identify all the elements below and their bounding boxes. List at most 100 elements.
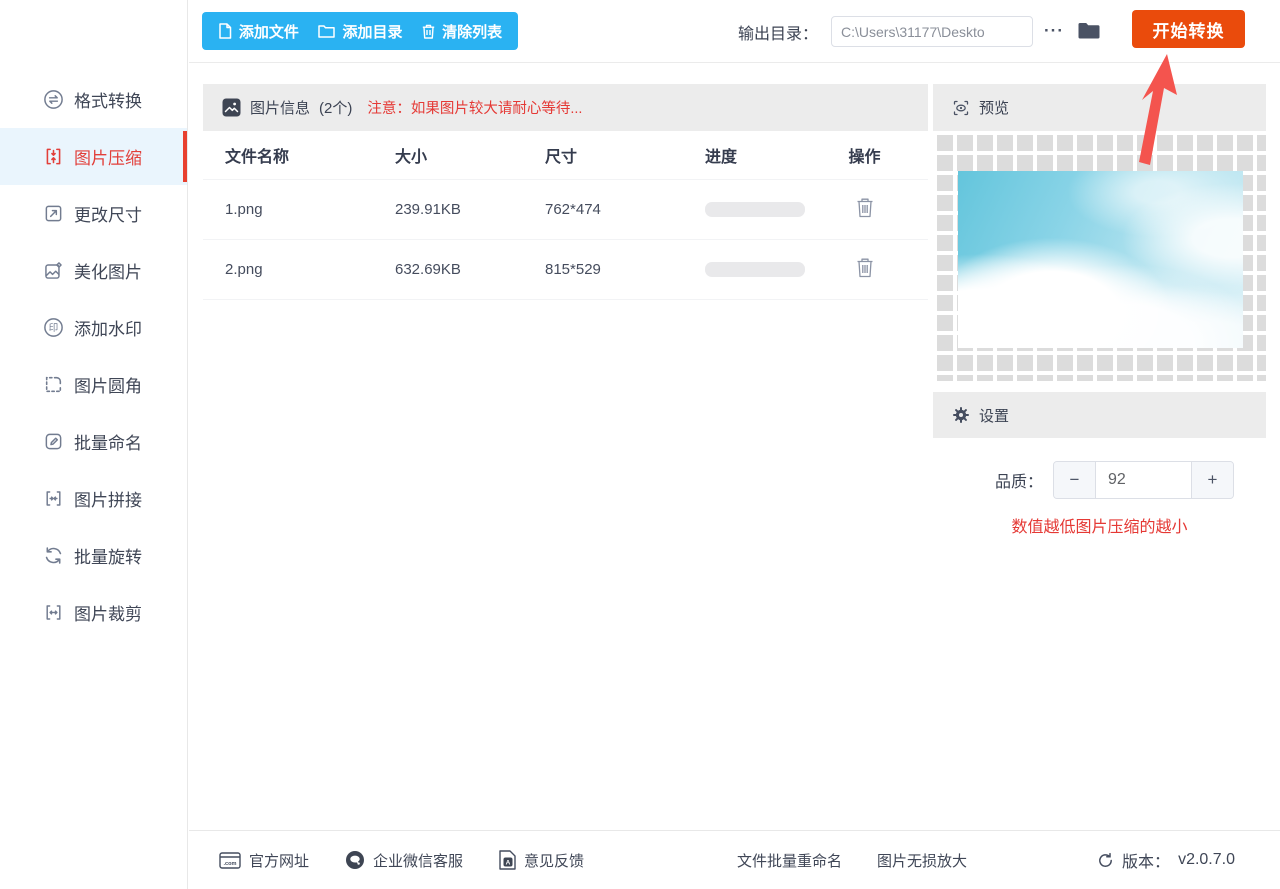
table-row: 2.png 632.69KB 815*529 [203,240,928,300]
wechat-service-link[interactable]: 企业微信客服 [345,850,463,871]
clear-list-label: 清除列表 [442,23,503,41]
footer-mid-group: 文件批量重命名 图片无损放大 [737,831,967,889]
cell-filename: 2.png [225,261,263,278]
panel-title: 设置 [979,407,1010,425]
clear-list-button[interactable]: 清除列表 [422,21,502,42]
version-value: v2.0.7.0 [1178,851,1235,868]
sidebar-item-label: 图片拼接 [74,491,142,510]
sidebar-item-watermark[interactable]: 印 添加水印 [0,299,187,356]
cell-size: 632.69KB [395,261,461,278]
svg-text:.com: .com [223,861,236,867]
sidebar-item-label: 图片压缩 [74,149,142,168]
resize-icon [42,203,64,225]
delete-row-button[interactable] [856,257,874,278]
notice-text: 注意：如果图片较大请耐心等待... [367,101,583,117]
official-site-link[interactable]: .com 官方网址 [219,850,309,871]
sidebar-item-stitch[interactable]: 图片拼接 [0,470,187,527]
cell-filename: 1.png [225,201,263,218]
image-info-icon [222,98,241,117]
wechat-service-label: 企业微信客服 [373,852,464,870]
sidebar-item-label: 格式转换 [74,92,142,111]
preview-eye-icon [952,99,970,117]
col-dimensions: 尺寸 [545,149,578,166]
format-convert-icon [42,89,64,111]
panel-title: 预览 [979,100,1010,117]
gear-icon [952,406,970,424]
quality-input[interactable] [1095,462,1193,498]
refresh-icon[interactable] [1097,852,1114,869]
lossless-upscale-label: 图片无损放大 [877,852,968,870]
preview-image [958,171,1243,348]
col-actions: 操作 [848,149,881,166]
cell-progress [683,262,823,277]
sidebar-item-crop[interactable]: 图片裁剪 [0,584,187,641]
sidebar-item-resize[interactable]: 更改尺寸 [0,185,187,242]
image-info-header: 图片信息 (2个) 注意：如果图片较大请耐心等待... [203,84,928,131]
col-progress: 进度 [705,149,738,166]
cell-actions [823,197,928,222]
svg-text:印: 印 [48,322,57,334]
image-list-panel: 图片信息 (2个) 注意：如果图片较大请耐心等待... 文件名称 大小 尺寸 进… [203,84,928,300]
add-file-label: 添加文件 [238,23,299,41]
folder-icon [1077,21,1101,41]
add-directory-button[interactable]: 添加目录 [318,21,402,42]
crop-icon [42,602,64,624]
lossless-upscale-link[interactable]: 图片无损放大 [877,850,967,871]
batch-rename-icon [42,431,64,453]
cell-actions [823,257,928,282]
cell-progress [683,202,823,217]
version-label: 版本： [1122,854,1171,871]
svg-text:A: A [506,859,511,866]
output-dir-label: 输出目录： [738,25,819,43]
settings-panel: 设置 品质： − + 数值越低图片压缩的越小 [933,392,1266,820]
table-header-row: 文件名称 大小 尺寸 进度 操作 [203,131,928,180]
add-file-button[interactable]: 添加文件 [218,21,299,42]
batch-rename-link[interactable]: 文件批量重命名 [737,850,842,871]
sidebar-item-label: 图片圆角 [74,377,142,396]
sidebar-item-batch-rename[interactable]: 批量命名 [0,413,187,470]
feedback-link[interactable]: A 意见反馈 [499,850,584,871]
folder-outline-icon [318,24,336,38]
settings-header: 设置 [933,392,1266,438]
panel-title: 图片信息 [250,100,311,117]
quality-hint: 数值越低图片压缩的越小 [1011,519,1188,536]
quality-row: 品质： − + [933,461,1266,499]
file-actions-bar: 添加文件 添加目录 清除列表 [202,12,518,50]
file-count: (2个) [319,100,353,117]
sidebar-item-label: 添加水印 [74,320,142,339]
sidebar-item-label: 批量旋转 [74,548,142,567]
file-icon [218,23,232,39]
watermark-icon: 印 [42,317,64,339]
delete-row-button[interactable] [856,197,874,218]
progress-bar [705,262,805,277]
image-tool-window: 格式转换 图片压缩 更改尺寸 美化图片 印 添加水印 图片圆角 批量命名 图片拼… [0,0,1280,889]
progress-bar [705,202,805,217]
quality-decrease-button[interactable]: − [1054,462,1096,498]
quality-increase-button[interactable]: + [1192,462,1234,498]
start-convert-button[interactable]: 开始转换 [1132,10,1245,48]
feedback-icon: A [499,850,516,870]
output-dir-input[interactable] [831,16,1033,47]
cell-size: 239.91KB [395,201,461,218]
open-folder-button[interactable] [1075,17,1103,45]
beautify-icon [42,260,64,282]
stitch-icon [42,488,64,510]
browse-more-button[interactable]: ··· [1040,14,1068,48]
sidebar-item-label: 图片裁剪 [74,605,142,624]
sidebar-item-compress[interactable]: 图片压缩 [0,128,187,185]
round-corner-icon [42,374,64,396]
add-directory-label: 添加目录 [342,23,403,41]
footer: .com 官方网址 企业微信客服 A 意见反馈 文件批量重命名 图片无损放大 版… [189,830,1280,889]
sidebar-item-beautify[interactable]: 美化图片 [0,242,187,299]
sidebar-item-format-convert[interactable]: 格式转换 [0,71,187,128]
table-row: 1.png 239.91KB 762*474 [203,180,928,240]
quality-stepper: − + [1053,461,1235,499]
website-icon: .com [219,851,241,869]
sidebar-item-batch-rotate[interactable]: 批量旋转 [0,527,187,584]
transparency-checker [933,131,1266,381]
preview-header: 预览 [933,84,1266,131]
top-toolbar: 添加文件 添加目录 清除列表 输出目录： ··· 开始转换 [189,0,1280,63]
sidebar-item-round-corner[interactable]: 图片圆角 [0,356,187,413]
footer-left-group: .com 官方网址 企业微信客服 A 意见反馈 [219,831,584,889]
batch-rotate-icon [42,545,64,567]
